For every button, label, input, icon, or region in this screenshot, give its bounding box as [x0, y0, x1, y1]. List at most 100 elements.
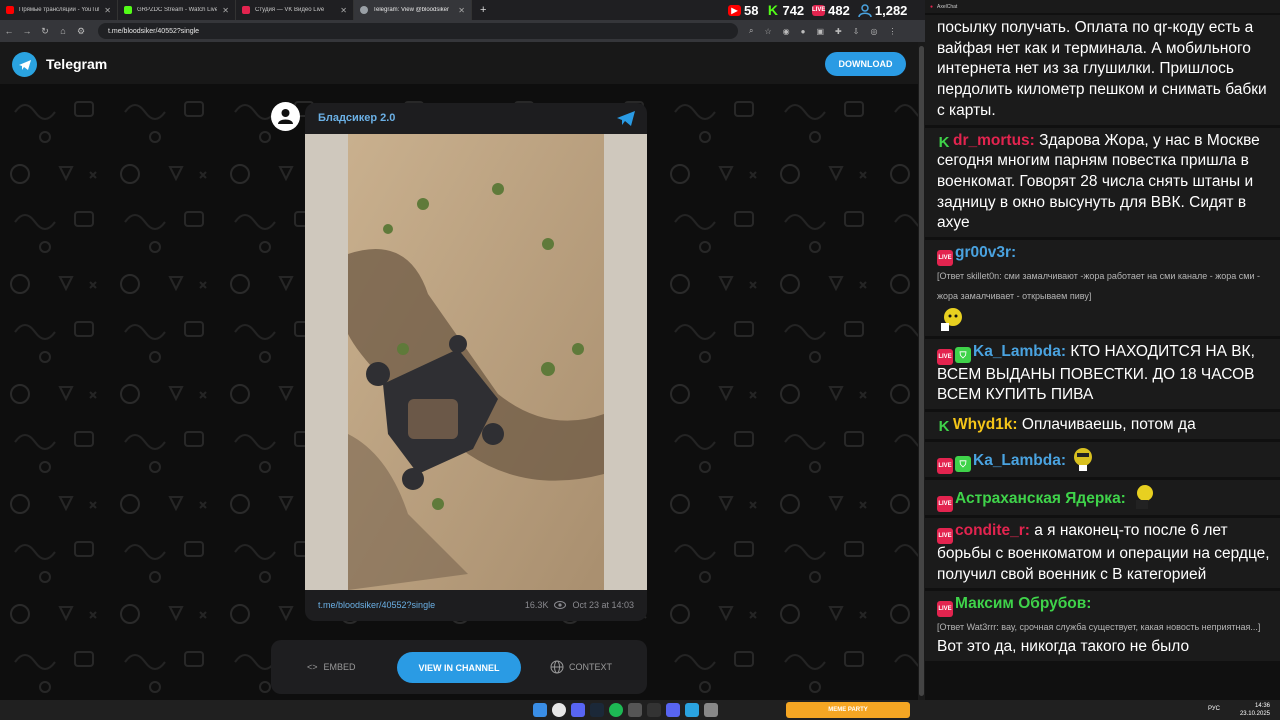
windows-taskbar: MEME PARTY РУС 14:36 23.10.2025 — [0, 700, 1280, 720]
stat-youtube: ▶ 58 — [728, 3, 758, 18]
discord-icon[interactable] — [571, 703, 585, 717]
stat-vk: LIVE 482 — [812, 3, 850, 18]
app-icon[interactable] — [666, 703, 680, 717]
chat-message: LIVE ⛉ Ka_Lambda: — [925, 441, 1280, 477]
chat-message: LIVE condite_r: а я наконец-то после 6 ле… — [925, 517, 1280, 589]
youtube-icon — [6, 6, 14, 14]
channel-name[interactable]: Бладсикер 2.0 — [318, 112, 395, 124]
telegram-taskbar-icon[interactable] — [685, 703, 699, 717]
post-photo[interactable] — [348, 134, 604, 590]
post-actions: <> EMBED VIEW IN CHANNEL CONTEXT — [271, 640, 647, 694]
message-nick[interactable]: dr_mortus: — [953, 132, 1035, 149]
stream-stats: ▶ 58 K 742 LIVE 482 1,282 — [728, 0, 907, 20]
eye-icon — [554, 601, 567, 609]
context-label: CONTEXT — [569, 662, 613, 672]
tab-title: Прямые трансляции - YouTube — [19, 7, 100, 13]
vk-icon — [242, 6, 250, 14]
new-tab-button[interactable]: + — [480, 4, 486, 16]
app-icon[interactable] — [647, 703, 661, 717]
puzzle-icon[interactable]: ✚ — [835, 27, 842, 36]
chat-message: LIVE gr00v3r: [Ответ skillet0n: сми замалч… — [925, 240, 1280, 336]
extension-icon[interactable]: ◉ — [783, 27, 790, 36]
tab-title: Telegram: View @bloodsiker — [373, 7, 450, 13]
post-media[interactable] — [305, 134, 647, 590]
kick-badge-icon: K — [938, 133, 950, 151]
steam-icon[interactable] — [590, 703, 604, 717]
download-button[interactable]: DOWNLOAD — [825, 52, 906, 76]
emote-icon — [1136, 484, 1154, 509]
message-nick[interactable]: gr00v3r: — [955, 244, 1016, 261]
chat-message: посылку получать. Оплата по qr-коду есть… — [925, 15, 1280, 125]
youtube-play-icon: ▶ — [728, 4, 741, 16]
obs-icon[interactable] — [628, 703, 642, 717]
tab-youtube[interactable]: Прямые трансляции - YouTube ✕ — [0, 0, 118, 20]
stat-viewers: 1,282 — [858, 3, 907, 18]
tab-vk[interactable]: Студия — VK Видео Live ✕ — [236, 0, 354, 20]
telegram-page: Telegram DOWNLOAD Бладсикер 2.0 t.me/blo… — [0, 42, 925, 700]
reload-icon[interactable]: ↻ — [36, 26, 54, 37]
back-arrow-icon[interactable]: ← — [0, 26, 18, 36]
tab-telegram[interactable]: Telegram: View @bloodsiker ✕ — [354, 0, 472, 20]
spotify-icon[interactable] — [609, 703, 623, 717]
close-icon[interactable]: ✕ — [340, 6, 347, 15]
message-nick[interactable]: Ka_Lambda: — [973, 452, 1066, 469]
stat-kick-count: 742 — [782, 2, 805, 18]
close-icon[interactable]: ✕ — [458, 6, 465, 15]
embed-label: EMBED — [323, 662, 356, 672]
tab-kick[interactable]: GRPZDC Stream - Watch Live o ✕ — [118, 0, 236, 20]
vk-live-icon: LIVE — [812, 4, 825, 16]
embed-button[interactable]: <> EMBED — [307, 662, 356, 672]
vk-live-badge-icon: LIVE — [937, 348, 953, 365]
download-icon[interactable]: ⇩ — [853, 27, 860, 36]
extension-icon[interactable]: ▣ — [816, 27, 824, 36]
context-button[interactable]: CONTEXT — [550, 660, 612, 674]
message-nick[interactable]: Астраханская Ядерка: — [955, 490, 1126, 507]
extension-icon[interactable]: ● — [801, 27, 806, 36]
chat-message: LIVE ⛉ Ka_Lambda: КТО НАХОДИТСЯ НА ВК, ВСЕ… — [925, 338, 1280, 410]
site-info-icon[interactable]: ⚙ — [72, 26, 90, 37]
chat-app-icon: ● — [930, 3, 934, 10]
reply-quote: [Ответ skillet0n: сми замалчивают -жора … — [937, 271, 1260, 302]
chat-panel: ● AxelChat посылку получать. Оплата по qr… — [925, 0, 1280, 700]
telegram-plane-icon[interactable] — [616, 110, 636, 127]
system-clock[interactable]: 14:36 23.10.2025 — [1240, 702, 1270, 718]
emote-icon — [941, 308, 962, 332]
channel-avatar[interactable] — [271, 102, 300, 131]
chrome-icon[interactable] — [552, 703, 566, 717]
view-in-channel-button[interactable]: VIEW IN CHANNEL — [397, 652, 521, 683]
windows-start-icon[interactable] — [533, 703, 547, 717]
kick-icon — [124, 6, 132, 14]
telegram-header: Telegram DOWNLOAD — [0, 42, 925, 84]
shield-badge-icon: ⛉ — [955, 346, 971, 363]
scrollbar-thumb[interactable] — [919, 46, 924, 696]
post-link[interactable]: t.me/bloodsiker/40552?single — [318, 600, 435, 610]
profile-icon[interactable]: ◎ — [870, 27, 877, 36]
message-nick[interactable]: Whyd1k: — [953, 416, 1018, 433]
taskbar-apps — [533, 703, 723, 717]
message-nick[interactable]: Максим Обрубов: — [955, 595, 1091, 612]
app-icon[interactable] — [704, 703, 718, 717]
telegram-brand: Telegram — [46, 56, 108, 72]
vk-live-badge-icon: LIVE — [937, 495, 953, 512]
forward-arrow-icon[interactable]: → — [18, 26, 36, 36]
address-bar[interactable]: t.me/bloodsiker/40552?single — [98, 23, 738, 39]
emote-icon — [1074, 447, 1093, 471]
chat-message: LIVE Астраханская Ядерка: — [925, 479, 1280, 515]
close-icon[interactable]: ✕ — [104, 6, 111, 15]
search-icon[interactable]: ⌕ — [749, 26, 753, 36]
meme-party-widget[interactable]: MEME PARTY — [786, 702, 910, 718]
menu-dots-icon[interactable]: ⋮ — [888, 27, 896, 36]
page-scrollbar[interactable] — [918, 42, 925, 700]
telegram-logo-icon — [12, 52, 37, 77]
chat-titlebar: ● AxelChat — [925, 0, 1280, 13]
reply-quote: [Ответ Wat3rrr: вау, срочная служба суще… — [937, 622, 1261, 633]
bookmark-star-icon[interactable]: ☆ — [764, 27, 771, 36]
message-nick[interactable]: Ka_Lambda: — [973, 343, 1066, 360]
language-indicator[interactable]: РУС — [1208, 706, 1220, 712]
message-nick[interactable]: condite_r: — [955, 522, 1030, 539]
code-icon: <> — [307, 662, 318, 672]
shield-badge-icon: ⛉ — [955, 455, 971, 472]
close-icon[interactable]: ✕ — [222, 6, 229, 15]
globe-icon — [360, 6, 368, 14]
home-icon[interactable]: ⌂ — [54, 26, 72, 36]
